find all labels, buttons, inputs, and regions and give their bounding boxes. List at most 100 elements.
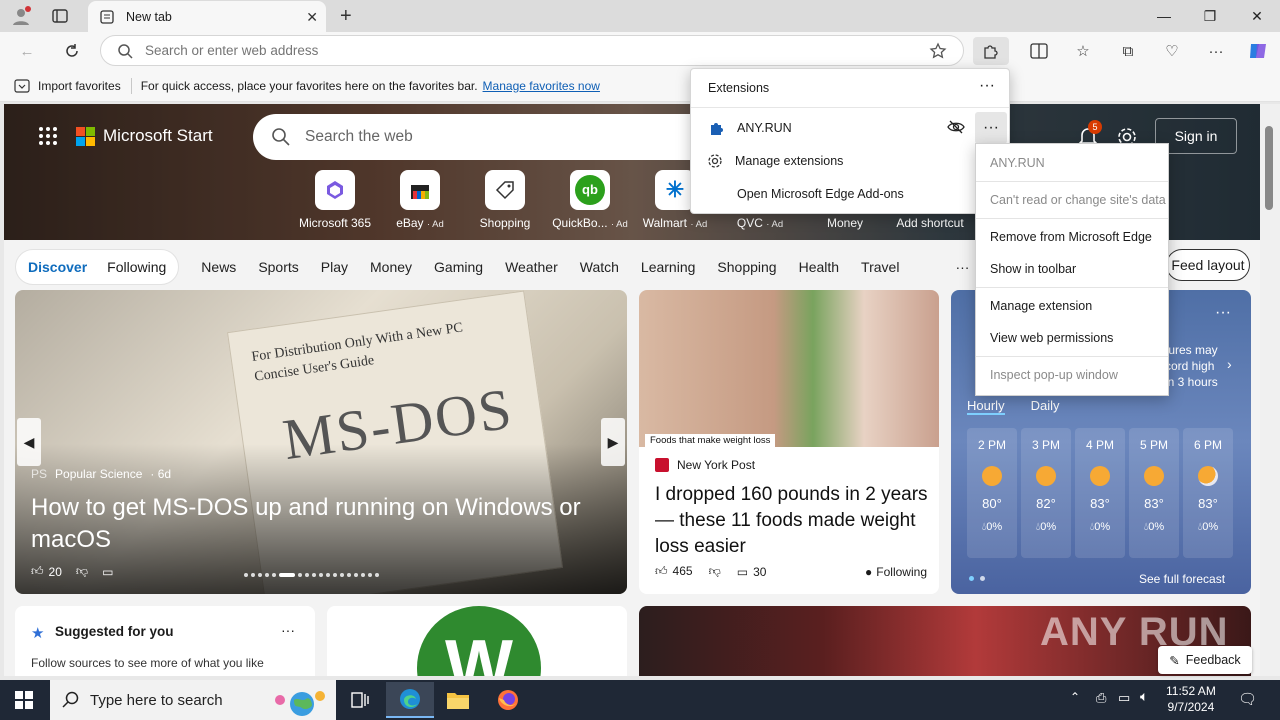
like-button[interactable]: 👍︎ 20 bbox=[31, 564, 62, 579]
manage-favorites-link[interactable]: Manage favorites now bbox=[483, 79, 600, 93]
tray-device-icon[interactable]: ⎙ bbox=[1096, 690, 1106, 706]
back-icon[interactable]: ← bbox=[12, 37, 42, 65]
restore-icon[interactable]: ❐ bbox=[1187, 0, 1233, 32]
feedback-button[interactable]: ✎ Feedback bbox=[1158, 646, 1252, 674]
new-tab-plus-icon[interactable]: + bbox=[340, 5, 352, 28]
nav-item[interactable]: Learning bbox=[641, 259, 696, 275]
minimize-icon[interactable]: — bbox=[1141, 0, 1187, 32]
quicklink-microsoft-365[interactable]: Microsoft 365 bbox=[295, 170, 375, 230]
hour-temp: 80° bbox=[982, 496, 1002, 511]
volume-icon[interactable]: 🔈︎ bbox=[1140, 688, 1148, 705]
comments-button[interactable]: ▭ 30 bbox=[737, 565, 767, 579]
story-headline[interactable]: How to get MS-DOS up and running on Wind… bbox=[31, 492, 611, 556]
extensions-puzzle-icon[interactable] bbox=[973, 37, 1009, 65]
nav-item[interactable]: Watch bbox=[580, 259, 619, 275]
file-explorer-icon[interactable] bbox=[434, 682, 482, 718]
settings-more-icon[interactable]: ··· bbox=[1201, 37, 1231, 65]
nav-item[interactable]: Sports bbox=[258, 259, 298, 275]
following-button[interactable]: ● Following bbox=[865, 565, 927, 579]
nav-item[interactable]: Gaming bbox=[434, 259, 483, 275]
import-favorites-button[interactable]: Import favorites bbox=[14, 79, 121, 93]
quicklink-ebay[interactable]: eBay · Ad bbox=[380, 170, 460, 230]
see-full-forecast-link[interactable]: See full forecast bbox=[1139, 572, 1225, 586]
suggested-more-icon[interactable]: ··· bbox=[281, 622, 295, 638]
nav-item[interactable]: News bbox=[201, 259, 236, 275]
tab-discover[interactable]: Discover bbox=[28, 259, 87, 275]
page-scrollbar[interactable] bbox=[1260, 104, 1280, 676]
story-reactions: 👍︎ 465 👎︎ ▭ 30 ● Following bbox=[655, 564, 927, 579]
task-view-icon[interactable] bbox=[336, 682, 384, 718]
menu-item-manage-extension[interactable]: Manage extension bbox=[990, 299, 1092, 313]
partly-cloudy-icon bbox=[1198, 466, 1218, 486]
menu-item-remove[interactable]: Remove from Microsoft Edge bbox=[990, 230, 1152, 244]
weather-next-icon[interactable]: › bbox=[1227, 356, 1232, 372]
check-circle-icon: ● bbox=[865, 564, 873, 579]
story-headline[interactable]: I dropped 160 pounds in 2 years — these … bbox=[655, 482, 930, 560]
nav-item[interactable]: Shopping bbox=[717, 259, 776, 275]
hour-forecast: 4 PM 83° 💧︎0% bbox=[1075, 428, 1125, 558]
favorites-icon[interactable]: ☆ bbox=[1068, 37, 1098, 65]
brand-name[interactable]: Microsoft Start bbox=[103, 126, 213, 146]
menu-item-web-permissions[interactable]: View web permissions bbox=[990, 331, 1113, 345]
address-bar[interactable] bbox=[100, 35, 964, 66]
menu-item-show-in-toolbar[interactable]: Show in toolbar bbox=[990, 262, 1076, 276]
nav-item[interactable]: Weather bbox=[505, 259, 558, 275]
web-search-box[interactable]: Search the web bbox=[253, 114, 713, 160]
carousel-prev-icon[interactable]: ◀ bbox=[17, 418, 41, 466]
hour-temp: 82° bbox=[1036, 496, 1056, 511]
profile-icon[interactable] bbox=[10, 5, 32, 27]
hour-temp: 83° bbox=[1198, 496, 1218, 511]
copilot-icon[interactable] bbox=[1243, 37, 1273, 65]
tab-actions-icon[interactable] bbox=[51, 7, 69, 25]
address-input[interactable] bbox=[145, 43, 845, 58]
favorite-star-icon[interactable] bbox=[929, 42, 947, 60]
open-addons-link[interactable]: Open Microsoft Edge Add-ons bbox=[737, 187, 904, 201]
manage-extensions-button[interactable]: Manage extensions bbox=[707, 153, 843, 169]
tab-daily[interactable]: Daily bbox=[1031, 398, 1060, 415]
comment-icon[interactable]: ▭ bbox=[102, 565, 113, 579]
extension-row-anyrun[interactable]: ANY.RUN ··· bbox=[691, 111, 1009, 145]
feed-layout-button[interactable]: Feed layout bbox=[1166, 249, 1250, 281]
w-logo: W bbox=[417, 606, 541, 676]
thumbs-down-icon[interactable]: 👎︎ bbox=[709, 564, 721, 579]
extension-more-actions-icon[interactable]: ··· bbox=[975, 112, 1007, 144]
close-tab-icon[interactable]: ✕ bbox=[306, 9, 318, 26]
notification-center-icon[interactable]: 🗨︎ bbox=[1238, 690, 1257, 708]
network-icon[interactable]: ▭ bbox=[1118, 690, 1130, 706]
taskbar-search-icon bbox=[62, 691, 80, 709]
browser-essentials-icon[interactable]: ♡ bbox=[1157, 37, 1187, 65]
source-name[interactable]: Popular Science bbox=[55, 467, 142, 481]
split-screen-icon[interactable] bbox=[1024, 37, 1054, 65]
tab-hourly[interactable]: Hourly bbox=[967, 398, 1005, 415]
app-launcher-icon[interactable] bbox=[38, 126, 58, 146]
close-window-icon[interactable]: ✕ bbox=[1234, 0, 1280, 32]
nav-more-button[interactable]: ··· bbox=[955, 259, 969, 275]
source-name[interactable]: New York Post bbox=[677, 458, 755, 472]
windows-start-icon[interactable] bbox=[0, 682, 48, 718]
hide-from-toolbar-icon[interactable] bbox=[947, 119, 965, 135]
collections-icon[interactable]: ⧉ bbox=[1113, 37, 1143, 65]
nav-item[interactable]: Play bbox=[321, 259, 348, 275]
like-button[interactable]: 👍︎ 465 bbox=[655, 564, 693, 579]
firefox-icon[interactable] bbox=[484, 682, 532, 718]
show-hidden-icons-chevron-icon[interactable]: ⌃ bbox=[1070, 690, 1080, 704]
refresh-icon[interactable] bbox=[57, 37, 87, 65]
edge-taskbar-icon[interactable] bbox=[386, 682, 434, 718]
like-count: 20 bbox=[48, 564, 62, 579]
extensions-more-icon[interactable]: ··· bbox=[979, 77, 995, 95]
weather-more-icon[interactable]: ··· bbox=[1215, 304, 1231, 322]
carousel-next-icon[interactable]: ▶ bbox=[601, 418, 625, 466]
nav-item[interactable]: Health bbox=[799, 259, 839, 275]
thumbs-down-icon[interactable]: 👎︎ bbox=[76, 564, 88, 579]
taskbar-clock[interactable]: 11:52 AM 9/7/2024 bbox=[1166, 683, 1216, 715]
ny-post-story-card[interactable]: Foods that make weight loss New York Pos… bbox=[639, 290, 939, 594]
tab-new-tab[interactable]: New tab ✕ bbox=[88, 1, 326, 32]
taskbar-search-box[interactable]: Type here to search bbox=[50, 680, 336, 720]
quicklink-shopping[interactable]: Shopping bbox=[465, 170, 545, 230]
sunny-icon bbox=[1090, 466, 1110, 486]
quicklink-quickbooks[interactable]: qb QuickBo... · Ad bbox=[550, 170, 630, 230]
nav-item[interactable]: Travel bbox=[861, 259, 899, 275]
nav-item[interactable]: Money bbox=[370, 259, 412, 275]
promo-card[interactable]: W bbox=[327, 606, 627, 676]
tab-following[interactable]: Following bbox=[107, 259, 166, 275]
